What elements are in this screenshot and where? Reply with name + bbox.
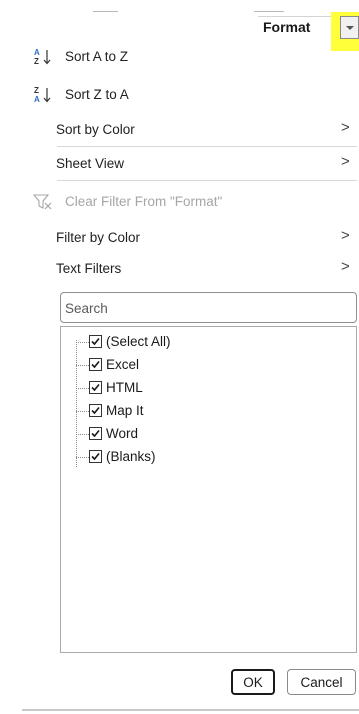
list-item-label: Word <box>106 426 139 441</box>
sheet-view-item[interactable]: Sheet View > <box>0 150 359 178</box>
cancel-button[interactable]: Cancel <box>287 669 356 695</box>
filter-value-list[interactable]: (Select All) Excel HTML Map It Word (Bla… <box>60 326 357 653</box>
checkbox-map-it[interactable] <box>89 404 102 417</box>
list-item-label: (Select All) <box>106 334 171 349</box>
chevron-right-icon: > <box>341 153 350 170</box>
dropdown-arrow-icon <box>345 25 354 30</box>
search-box[interactable] <box>60 292 357 323</box>
svg-text:Z: Z <box>34 57 39 66</box>
sort-z-to-a-label: Sort Z to A <box>65 87 129 102</box>
divider <box>93 11 118 12</box>
tree-line <box>76 434 89 435</box>
sort-ascending-icon: A Z <box>33 47 55 67</box>
filter-by-color-label: Filter by Color <box>56 230 141 245</box>
filter-dropdown-button[interactable] <box>340 16 359 39</box>
filter-by-color-item[interactable]: Filter by Color > <box>0 224 359 252</box>
list-item-label: (Blanks) <box>106 449 156 464</box>
list-item-label: Map It <box>106 403 144 418</box>
checkmark-icon <box>91 406 100 415</box>
column-header-text: Format <box>263 19 311 35</box>
tree-line <box>76 411 89 412</box>
checkbox-html[interactable] <box>89 381 102 394</box>
sort-z-to-a-item[interactable]: Z A Sort Z to A <box>0 81 359 109</box>
text-filters-label: Text Filters <box>56 261 122 276</box>
checkbox-excel[interactable] <box>89 358 102 371</box>
list-item[interactable]: Map It <box>76 400 346 422</box>
tree-line <box>76 365 89 366</box>
sort-by-color-label: Sort by Color <box>56 122 135 137</box>
list-item-label: HTML <box>106 380 143 395</box>
list-item-label: Excel <box>106 357 140 372</box>
list-item[interactable]: Excel <box>76 354 346 376</box>
checkbox-word[interactable] <box>89 427 102 440</box>
list-item[interactable]: (Select All) <box>76 331 346 353</box>
checkmark-icon <box>91 452 100 461</box>
menu-separator <box>57 180 357 181</box>
checkbox-select-all[interactable] <box>89 335 102 348</box>
sort-by-color-item[interactable]: Sort by Color > <box>0 116 359 144</box>
checkmark-icon <box>91 383 100 392</box>
divider <box>254 11 284 12</box>
chevron-right-icon: > <box>341 227 350 244</box>
search-input[interactable] <box>65 297 350 319</box>
svg-text:Z: Z <box>34 86 39 95</box>
text-filters-item[interactable]: Text Filters > <box>0 255 359 283</box>
checkmark-icon <box>91 337 100 346</box>
clear-filter-label: Clear Filter From "Format" <box>65 194 223 209</box>
checkbox-blanks[interactable] <box>89 450 102 463</box>
tree-line <box>76 388 89 389</box>
clear-filter-item[interactable]: Clear Filter From "Format" <box>0 188 359 216</box>
chevron-right-icon: > <box>341 258 350 275</box>
ok-button[interactable]: OK <box>231 669 275 695</box>
sheet-view-label: Sheet View <box>56 156 125 171</box>
sort-a-to-z-item[interactable]: A Z Sort A to Z <box>0 43 359 71</box>
sort-descending-icon: Z A <box>33 85 55 105</box>
sort-a-to-z-label: Sort A to Z <box>65 49 129 64</box>
list-item[interactable]: HTML <box>76 377 346 399</box>
list-item[interactable]: (Blanks) <box>76 446 346 468</box>
tree-line <box>76 342 89 343</box>
clear-filter-icon <box>32 192 55 212</box>
list-item[interactable]: Word <box>76 423 346 445</box>
checkmark-icon <box>91 429 100 438</box>
tree-line <box>76 457 89 458</box>
svg-text:A: A <box>34 48 40 57</box>
checkmark-icon <box>91 360 100 369</box>
svg-text:A: A <box>34 95 40 104</box>
chevron-right-icon: > <box>341 119 350 136</box>
bottom-border <box>22 709 359 711</box>
top-strip: Format <box>0 0 359 51</box>
menu-separator <box>57 146 357 147</box>
